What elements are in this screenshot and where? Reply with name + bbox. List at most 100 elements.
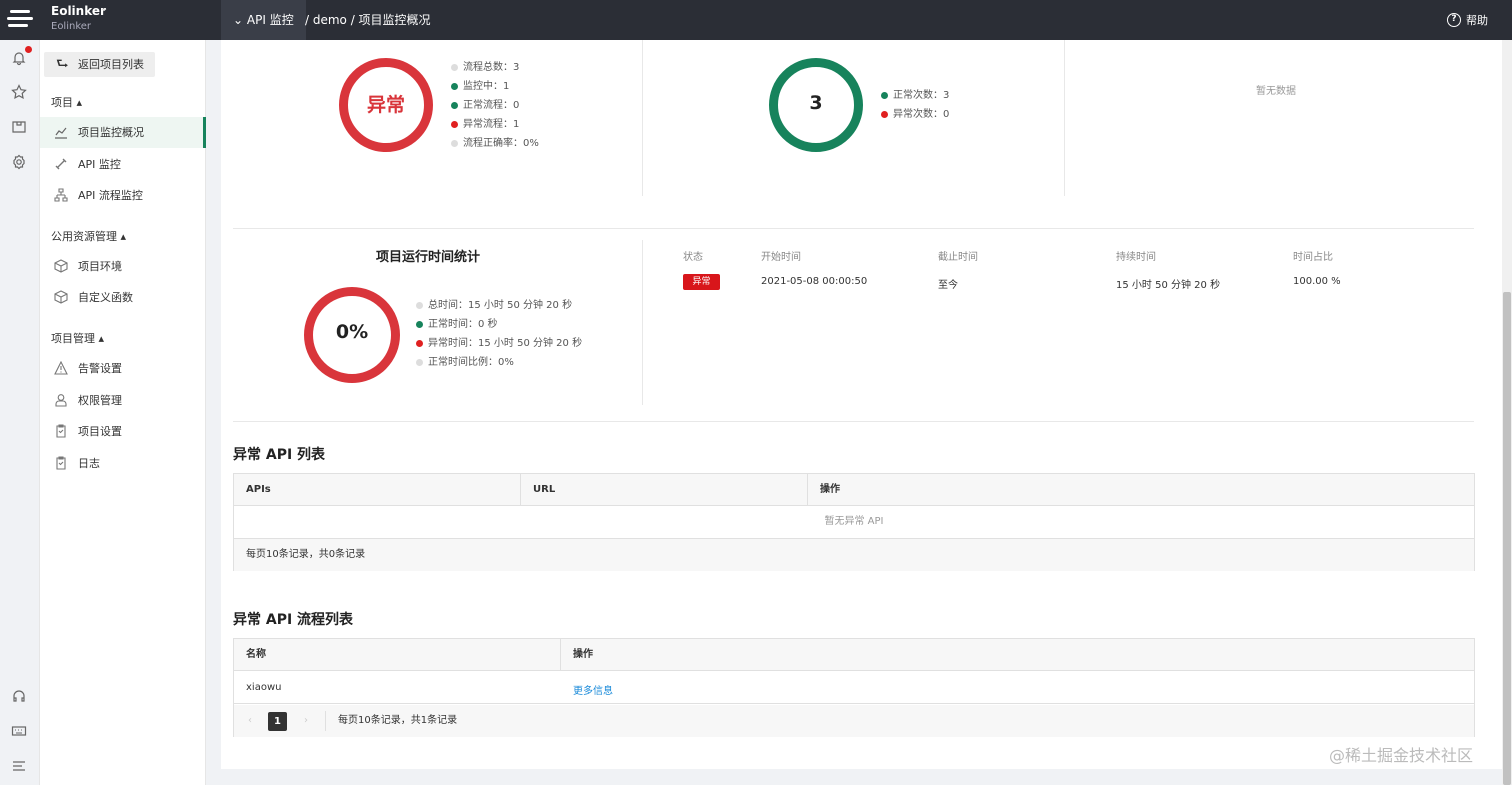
column-actions: 操作 <box>573 649 593 660</box>
watermark: @稀土掘金技术社区 <box>1329 746 1474 765</box>
divider <box>233 228 1474 229</box>
header-status: 状态 <box>683 252 703 263</box>
return-arrow-icon: ⮑ <box>56 56 69 72</box>
cube-icon <box>54 290 68 304</box>
legend-item: 总时间：15 小时 50 分钟 20 秒 <box>416 296 582 315</box>
headset-icon[interactable] <box>11 688 27 704</box>
sidebar-item-label: 项目环境 <box>78 260 122 273</box>
sidebar-item-label: API 监控 <box>78 158 121 171</box>
legend-item: 正常流程：0 <box>451 96 539 115</box>
sidebar-item-label: 项目监控概况 <box>78 126 144 139</box>
divider <box>642 240 643 405</box>
icon-rail <box>0 40 40 785</box>
help-button[interactable]: ? 帮助 <box>1447 12 1488 28</box>
workspace-switcher[interactable]: Eolinker Eolinker <box>51 4 106 32</box>
count-legend: 正常次数：3 异常次数：0 <box>881 86 949 124</box>
scrollbar-thumb[interactable] <box>1503 292 1511 785</box>
flow-list-title: 异常 API 流程列表 <box>233 612 354 628</box>
sidebar-item-label: 日志 <box>78 457 100 470</box>
brand-name: Eolinker <box>51 4 106 18</box>
column-url: URL <box>521 474 808 506</box>
api-icon <box>55 158 67 170</box>
divider <box>233 421 1474 422</box>
group-project[interactable]: 项目 ▴ <box>51 94 82 110</box>
legend-item: 正常次数：3 <box>881 86 949 105</box>
back-label: 返回项目列表 <box>78 58 144 71</box>
clipboard-icon <box>56 424 66 438</box>
column-actions: 操作 <box>820 484 840 495</box>
sidebar-item-label: 项目设置 <box>78 425 122 438</box>
flow-name: xiaowu <box>246 682 282 693</box>
box-icon[interactable] <box>11 119 27 135</box>
sidebar-item-alerts[interactable]: 告警设置 <box>40 353 206 384</box>
sidebar-item-settings[interactable]: 项目设置 <box>40 416 206 447</box>
group-resources[interactable]: 公用资源管理 ▴ <box>51 228 126 244</box>
sidebar-item-label: 自定义函数 <box>78 291 133 304</box>
empty-row: 暂无异常 API <box>234 506 1474 539</box>
prev-page-icon[interactable]: ‹ <box>248 705 252 737</box>
sidebar-item-label: API 流程监控 <box>78 189 143 202</box>
next-page-icon[interactable]: › <box>304 705 308 737</box>
module-label: API 监控 <box>246 13 294 27</box>
sidebar-item-log[interactable]: 日志 <box>40 448 206 479</box>
sidebar-item-environment[interactable]: 项目环境 <box>40 251 206 282</box>
no-data-text: 暂无数据 <box>1256 86 1296 97</box>
notification-dot <box>25 46 32 53</box>
module-switcher[interactable]: ⌄ API 监控 <box>221 0 306 40</box>
api-table: APIs URL 操作 暂无异常 API 每页10条记录，共0条记录 <box>233 473 1475 571</box>
breadcrumb: / demo / 项目监控概况 <box>305 13 431 27</box>
gear-icon[interactable] <box>11 154 27 170</box>
eolinker-logo-icon[interactable] <box>0 0 40 40</box>
user-icon <box>55 394 67 407</box>
sidebar-item-label: 权限管理 <box>78 394 122 407</box>
time-ratio: 100.00 % <box>1293 276 1341 287</box>
legend-item: 流程总数：3 <box>451 58 539 77</box>
chart-line-icon <box>55 127 67 139</box>
menu-icon[interactable] <box>11 758 27 774</box>
help-label: 帮助 <box>1466 14 1488 27</box>
legend-item: 异常次数：0 <box>881 105 949 124</box>
sidebar-item-permissions[interactable]: 权限管理 <box>40 385 206 416</box>
api-list-title: 异常 API 列表 <box>233 447 326 463</box>
divider <box>642 40 643 196</box>
back-to-projects-button[interactable]: ⮑ 返回项目列表 <box>44 52 155 77</box>
table-header: 名称 操作 <box>234 639 1474 671</box>
brand-sub: Eolinker <box>51 21 92 32</box>
group-manage[interactable]: 项目管理 ▴ <box>51 330 104 346</box>
runtime-percent: 0% <box>335 321 369 343</box>
keyboard-icon[interactable] <box>11 723 27 739</box>
sidebar-item-functions[interactable]: 自定义函数 <box>40 282 206 313</box>
sidebar-item-label: 告警设置 <box>78 362 122 375</box>
sidebar-item-overview[interactable]: 项目监控概况 <box>40 117 206 148</box>
runtime-title: 项目运行时间统计 <box>376 250 481 265</box>
legend-item: 监控中：1 <box>451 77 539 96</box>
header-end: 截止时间 <box>938 252 978 263</box>
legend-item: 异常时间：15 小时 50 分钟 20 秒 <box>416 334 582 353</box>
table-footer: 每页10条记录，共0条记录 <box>234 539 1474 571</box>
count-label: 3 <box>809 92 823 114</box>
legend-item: 正常时间比例：0% <box>416 353 582 372</box>
header-ratio: 时间占比 <box>1293 252 1333 263</box>
sidebar-item-api-monitor[interactable]: API 监控 <box>40 149 206 180</box>
more-info-link[interactable]: 更多信息 <box>573 682 613 697</box>
flow-status-label: 异常 <box>366 94 405 116</box>
end-time: 至今 <box>938 280 958 291</box>
table-footer: ‹ 1 › 每页10条记录，共1条记录 <box>234 705 1474 737</box>
start-time: 2021-05-08 00:00:50 <box>761 276 868 287</box>
question-icon: ? <box>1447 13 1461 27</box>
star-icon[interactable] <box>11 84 27 100</box>
legend-item: 异常流程：1 <box>451 115 539 134</box>
chevron-down-icon[interactable]: ⌄ <box>100 3 108 14</box>
clipboard-icon <box>56 456 66 470</box>
sidebar-item-flow-monitor[interactable]: API 流程监控 <box>40 180 206 211</box>
legend-item: 流程正确率：0% <box>451 134 539 153</box>
table-row: xiaowu 更多信息 <box>234 671 1474 704</box>
column-name: 名称 <box>234 639 561 671</box>
divider <box>325 711 326 731</box>
bell-icon[interactable] <box>11 50 27 66</box>
legend-item: 正常时间：0 秒 <box>416 315 582 334</box>
runtime-legend: 总时间：15 小时 50 分钟 20 秒 正常时间：0 秒 异常时间：15 小时… <box>416 296 582 372</box>
flow-icon <box>54 188 68 202</box>
table-header: APIs URL 操作 <box>234 474 1474 506</box>
page-button[interactable]: 1 <box>268 712 287 731</box>
